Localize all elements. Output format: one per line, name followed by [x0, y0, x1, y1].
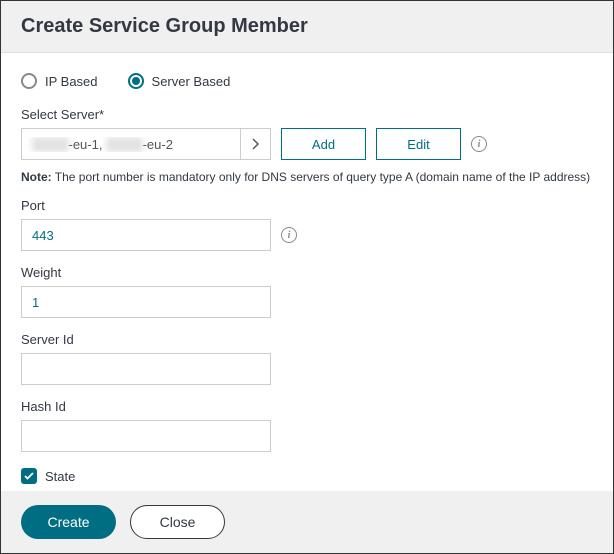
dialog-content: IP Based Server Based Select Server* xxx…: [1, 53, 613, 504]
hash-id-label: Hash Id: [21, 399, 593, 414]
server-select-value: xxxxx-eu-1, xxxxx-eu-2: [22, 137, 240, 152]
weight-label: Weight: [21, 265, 593, 280]
chevron-right-icon[interactable]: [240, 129, 270, 159]
select-server-row: xxxxx-eu-1, xxxxx-eu-2 Add Edit i: [21, 128, 593, 160]
server-id-label: Server Id: [21, 332, 593, 347]
port-label: Port: [21, 198, 593, 213]
port-group: Port i: [21, 198, 593, 251]
checkbox-icon: [21, 468, 37, 484]
info-icon[interactable]: i: [281, 227, 297, 243]
radio-ip-based[interactable]: IP Based: [21, 73, 98, 89]
hash-id-group: Hash Id: [21, 399, 593, 452]
weight-group: Weight: [21, 265, 593, 318]
close-button[interactable]: Close: [130, 505, 225, 539]
radio-icon: [128, 73, 144, 89]
hash-id-input[interactable]: [21, 420, 271, 452]
server-id-group: Server Id: [21, 332, 593, 385]
add-button[interactable]: Add: [281, 128, 366, 160]
server-id-input[interactable]: [21, 353, 271, 385]
state-label: State: [45, 469, 75, 484]
select-server-label: Select Server*: [21, 107, 593, 122]
radio-server-based[interactable]: Server Based: [128, 73, 231, 89]
port-input[interactable]: [21, 219, 271, 251]
radio-label: Server Based: [152, 74, 231, 89]
create-button[interactable]: Create: [21, 505, 116, 539]
radio-label: IP Based: [45, 74, 98, 89]
dialog-header: Create Service Group Member: [1, 1, 613, 53]
basis-radio-group: IP Based Server Based: [21, 73, 593, 89]
dialog-title: Create Service Group Member: [21, 15, 593, 38]
dialog-footer: Create Close: [1, 491, 613, 553]
weight-input[interactable]: [21, 286, 271, 318]
note-text: Note: The port number is mandatory only …: [21, 170, 593, 184]
edit-button[interactable]: Edit: [376, 128, 461, 160]
server-select[interactable]: xxxxx-eu-1, xxxxx-eu-2: [21, 128, 271, 160]
info-icon[interactable]: i: [471, 136, 487, 152]
state-checkbox-row[interactable]: State: [21, 468, 593, 484]
radio-icon: [21, 73, 37, 89]
